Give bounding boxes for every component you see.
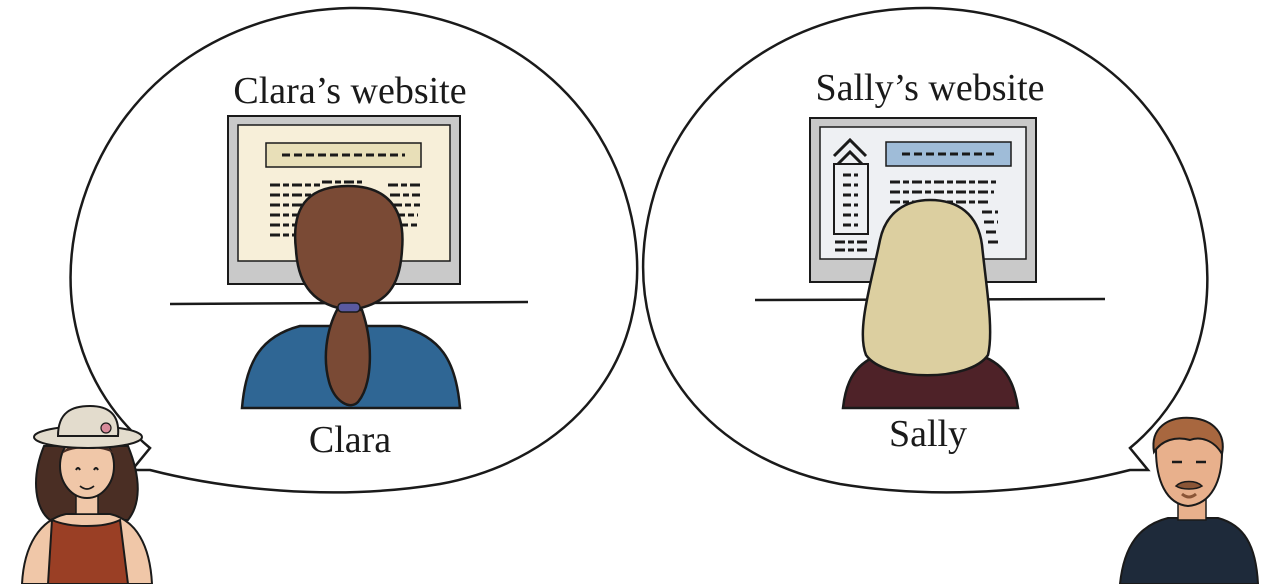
- right-person-label: Sally: [889, 413, 967, 455]
- man-avatar: [1118, 416, 1260, 584]
- illustration: Clara’s website Clara Sally’s website Sa…: [20, 6, 1260, 584]
- left-bubble-title: Clara’s website: [233, 70, 466, 112]
- right-bubble-title: Sally’s website: [815, 67, 1044, 109]
- woman-avatar: [20, 404, 154, 584]
- left-person-label: Clara: [309, 419, 391, 461]
